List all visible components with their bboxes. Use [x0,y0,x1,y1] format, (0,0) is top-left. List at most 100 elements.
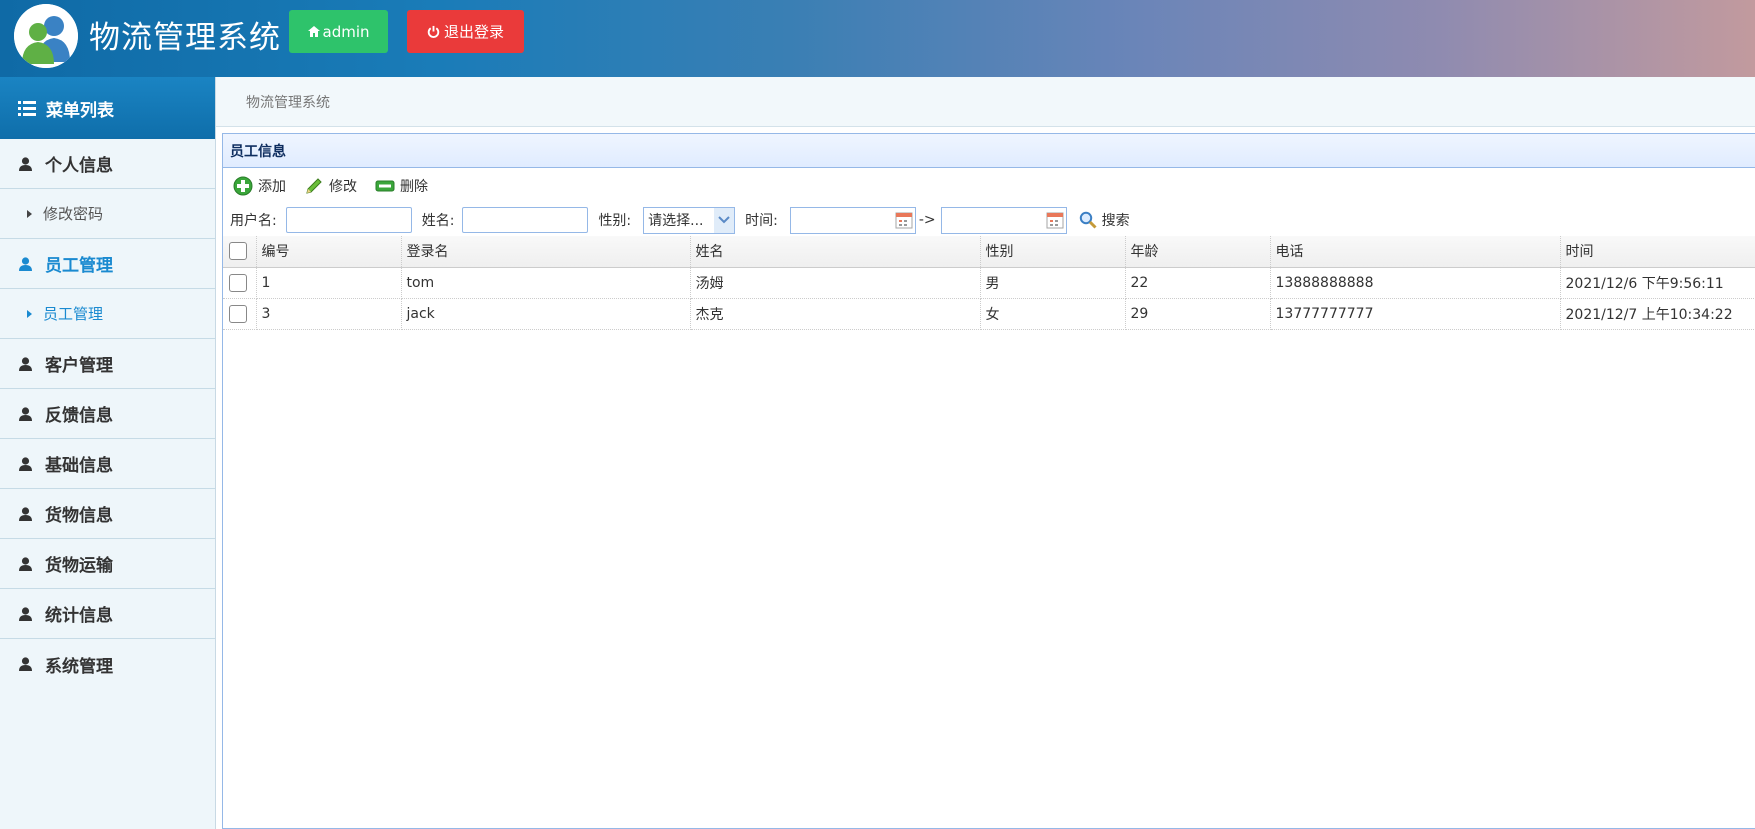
caret-right-icon [27,209,32,218]
cell-name: 杰克 [690,298,981,330]
edit-button[interactable]: 修改 [304,176,357,196]
add-label: 添加 [258,179,286,195]
sidebar-item-goods-info[interactable]: 货物信息 [0,489,215,539]
column-header-time[interactable]: 时间 [1560,236,1755,268]
sidebar-item-goods-transport[interactable]: 货物运输 [0,539,215,589]
sidebar-item-label: 个人信息 [45,156,113,176]
delete-button[interactable]: 删除 [375,176,428,196]
table-row[interactable]: 3 jack 杰克 女 29 13777777777 2021/12/7 上午1… [223,298,1755,330]
delete-label: 删除 [400,179,428,195]
sidebar-item-label: 反馈信息 [45,406,113,426]
gender-select-value: 请选择... [648,213,704,229]
pencil-icon [306,178,322,194]
column-header-login[interactable]: 登录名 [401,236,691,268]
app-title: 物流管理系统 [89,20,281,56]
search-icon [1079,211,1097,229]
select-all-cell [223,236,257,268]
sidebar-title: 菜单列表 [46,100,114,121]
employee-table: 编号 登录名 姓名 性别 年龄 电话 时间 1 tom 汤姆 男 22 1388… [223,236,1755,330]
start-date-input[interactable] [789,206,916,234]
employee-panel: 员工信息 添加 修改 删除 用户名: 姓名: 性别: 请选择... 时间: ->… [222,133,1755,829]
sidebar-item-feedback[interactable]: 反馈信息 [0,389,215,439]
user-icon [19,256,32,271]
home-icon [307,26,320,37]
sidebar-item-label: 统计信息 [45,606,113,626]
logout-label: 退出登录 [443,23,504,41]
sidebar-subitem-employee-management[interactable]: 员工管理 [0,289,215,339]
sidebar-item-basic-info[interactable]: 基础信息 [0,439,215,489]
table-row[interactable]: 1 tom 汤姆 男 22 13888888888 2021/12/6 下午9:… [223,267,1755,299]
caret-right-icon [27,309,32,318]
row-select-cell [223,298,257,330]
user-icon [19,606,32,621]
row-checkbox[interactable] [229,273,247,292]
breadcrumb: 物流管理系统 [216,77,1755,127]
cell-time: 2021/12/6 下午9:56:11 [1560,267,1755,299]
sidebar-item-customer-management[interactable]: 客户管理 [0,339,215,389]
admin-button[interactable]: admin [289,10,388,53]
cell-login: tom [401,267,691,299]
select-all-checkbox[interactable] [229,242,247,261]
admin-label: admin [322,22,370,41]
sidebar-item-label: 货物运输 [45,556,113,576]
sidebar-item-system-management[interactable]: 系统管理 [0,639,215,689]
remove-icon [375,180,395,192]
chevron-down-icon [714,207,735,233]
sidebar: 菜单列表 个人信息 修改密码 员工管理 员工管理 客户管理 反馈信息 基础信息 … [0,77,216,829]
list-icon [18,100,36,116]
gender-label: 性别: [598,213,632,229]
user-icon [19,156,32,171]
breadcrumb-text: 物流管理系统 [246,94,330,111]
cell-gender: 女 [980,298,1126,330]
sidebar-item-label: 货物信息 [45,506,113,526]
sidebar-item-label: 客户管理 [45,356,113,376]
table-header-row: 编号 登录名 姓名 性别 年龄 电话 时间 [223,236,1755,268]
username-input[interactable] [285,207,412,233]
sidebar-header: 菜单列表 [0,77,215,139]
user-icon [19,657,32,671]
row-checkbox[interactable] [229,304,247,323]
search-button[interactable]: 搜索 [1079,210,1130,230]
edit-label: 修改 [329,179,357,195]
sidebar-item-label: 员工管理 [45,256,113,276]
sidebar-item-employee-management[interactable]: 员工管理 [0,239,215,289]
app-logo [14,4,78,68]
cell-id: 1 [256,267,402,299]
top-header: 物流管理系统 admin 退出登录 [0,0,1755,77]
gender-select[interactable]: 请选择... [643,206,736,234]
sidebar-subitem-change-password[interactable]: 修改密码 [0,189,215,239]
search-bar: 用户名: 姓名: 性别: 请选择... 时间: -> 搜索 [223,204,1755,236]
sidebar-item-statistics[interactable]: 统计信息 [0,589,215,639]
column-header-name[interactable]: 姓名 [690,236,981,268]
end-date-input[interactable] [940,206,1067,234]
toolbar: 添加 修改 删除 [223,168,1755,204]
range-separator: -> [918,212,936,228]
cell-age: 22 [1125,267,1271,299]
logout-button[interactable]: 退出登录 [407,10,524,53]
user-icon [19,406,32,421]
name-input[interactable] [462,207,589,233]
add-icon [233,176,253,196]
column-header-id[interactable]: 编号 [256,236,402,268]
cell-time: 2021/12/7 上午10:34:22 [1560,298,1755,330]
column-header-phone[interactable]: 电话 [1270,236,1561,268]
cell-login: jack [401,298,691,330]
username-label: 用户名: [230,213,277,229]
sidebar-item-label: 系统管理 [45,656,113,677]
cell-name: 汤姆 [690,267,981,299]
user-icon [19,506,32,521]
sidebar-item-personal-info[interactable]: 个人信息 [0,139,215,189]
time-label: 时间: [745,213,778,229]
calendar-icon[interactable] [1045,210,1065,230]
column-header-gender[interactable]: 性别 [980,236,1126,268]
add-button[interactable]: 添加 [233,176,286,196]
cell-age: 29 [1125,298,1271,330]
cell-gender: 男 [980,267,1126,299]
calendar-icon[interactable] [894,210,914,230]
column-header-age[interactable]: 年龄 [1125,236,1271,268]
cell-phone: 13777777777 [1270,298,1561,330]
power-icon [427,25,440,38]
user-icon [19,356,32,371]
panel-title: 员工信息 [223,134,1755,168]
sidebar-item-label: 员工管理 [43,305,104,323]
